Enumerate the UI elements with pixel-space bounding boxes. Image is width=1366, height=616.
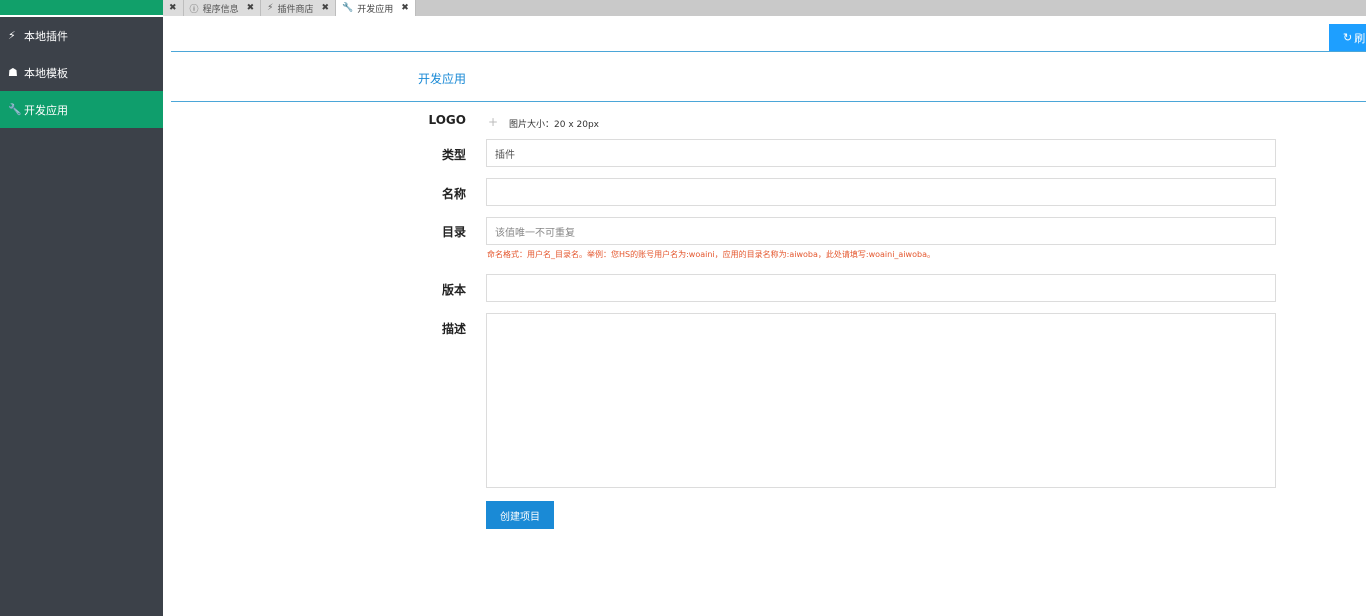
directory-format-hint: 命名格式：用户名_目录名。举例：您HS的账号用户名为:woaini，应用的目录名… [487,250,935,259]
refresh-button[interactable]: ↻ 刷 [1329,24,1366,51]
plug-icon: ⚡ [267,3,274,13]
type-label: 类型 [441,148,466,162]
tab-develop-app[interactable]: 🔧 开发应用 ✖ [336,0,416,16]
description-textarea[interactable] [486,313,1276,488]
directory-input[interactable]: 该值唯一不可重复 [486,217,1276,245]
tab-home[interactable]: ✖ [163,0,184,16]
sidebar-item-label: 本地模板 [24,66,68,80]
logo-size-hint: 图片大小：20 x 20px [509,120,599,130]
logo-label: LOGO [428,113,466,127]
tab-label: 插件商店 [277,4,314,15]
close-icon[interactable]: ✖ [401,3,409,13]
tab-plugin-store[interactable]: ⚡ 插件商店 ✖ [261,0,337,16]
sidebar-item-local-templates[interactable]: ☗ 本地模板 [0,54,163,91]
description-label: 描述 [441,322,466,336]
refresh-label: 刷 [1354,31,1366,45]
sidebar: ⚡ 本地插件 ☗ 本地模板 🔧 开发应用 [0,0,163,616]
divider [171,51,1366,52]
refresh-icon: ↻ [1343,31,1353,44]
tab-strip: ✖ ⓘ 程序信息 ✖ ⚡ 插件商店 ✖ 🔧 开发应用 ✖ [163,0,1366,16]
sidebar-item-label: 开发应用 [24,103,68,117]
version-label: 版本 [441,283,466,297]
tab-program-info[interactable]: ⓘ 程序信息 ✖ [183,0,262,16]
sidebar-top-bar [0,0,163,17]
upload-plus-icon[interactable]: + [488,115,498,129]
wrench-icon: 🔧 [8,103,22,116]
sidebar-item-label: 本地插件 [24,29,68,43]
create-project-button[interactable]: 创建项目 [486,501,554,529]
directory-label: 目录 [441,225,466,239]
close-icon[interactable]: ✖ [321,3,329,13]
wrench-icon: 🔧 [342,3,354,13]
sidebar-item-local-plugins[interactable]: ⚡ 本地插件 [0,17,163,54]
type-select[interactable]: 插件 [486,139,1276,167]
name-label: 名称 [441,187,466,201]
divider [171,101,1366,102]
sitemap-icon: ☗ [8,66,18,79]
tab-label: 开发应用 [357,4,394,15]
version-input[interactable] [486,274,1276,302]
info-icon: ⓘ [189,4,199,15]
close-icon[interactable]: ✖ [169,3,177,13]
sidebar-item-develop-app[interactable]: 🔧 开发应用 [0,91,163,128]
close-icon[interactable]: ✖ [247,3,255,13]
page-title: 开发应用 [418,72,467,86]
plug-icon: ⚡ [8,29,16,42]
name-input[interactable] [486,178,1276,206]
tab-label: 程序信息 [202,4,239,15]
